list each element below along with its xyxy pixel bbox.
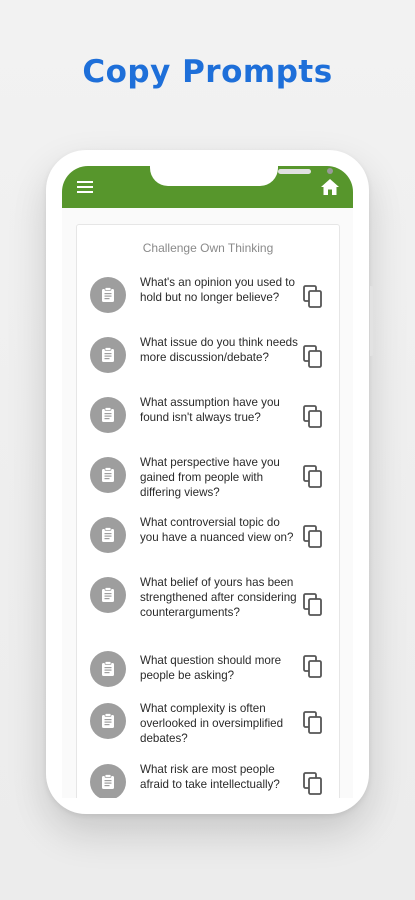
copy-icon[interactable] [302, 655, 324, 679]
copy-icon[interactable] [302, 525, 324, 549]
prompt-text: What issue do you think needs more discu… [140, 336, 298, 364]
prompt-text: What controversial topic do you have a n… [140, 516, 294, 544]
copy-icon[interactable] [302, 465, 324, 489]
copy-icon[interactable] [302, 345, 324, 369]
prompt-text: What perspective have you gained from pe… [140, 456, 280, 499]
app-screen: Challenge Own Thinking What's an opinion… [62, 166, 353, 798]
clipboard-icon [90, 277, 126, 313]
clipboard-icon [90, 397, 126, 433]
clipboard-icon [90, 764, 126, 798]
speaker-grille [278, 169, 311, 174]
front-camera [327, 168, 333, 174]
copy-icon[interactable] [302, 711, 324, 735]
clipboard-icon [90, 337, 126, 373]
prompt-text: What's an opinion you used to hold but n… [140, 276, 295, 304]
prompt-text: What risk are most people afraid to take… [140, 763, 280, 791]
prompt-text: What assumption have you found isn't alw… [140, 396, 280, 424]
copy-icon[interactable] [302, 593, 324, 617]
prompt-text: What belief of yours has been strengthen… [140, 576, 297, 619]
copy-icon[interactable] [302, 405, 324, 429]
phone-notch [150, 166, 333, 186]
clipboard-icon [90, 577, 126, 613]
clipboard-icon [90, 517, 126, 553]
prompt-text: What question should more people be aski… [140, 654, 282, 682]
phone-side-button [370, 286, 373, 356]
prompt-list-card: Challenge Own Thinking What's an opinion… [76, 224, 340, 798]
prompt-text: What complexity is often overlooked in o… [140, 702, 284, 745]
section-title: Challenge Own Thinking [142, 241, 274, 255]
clipboard-icon [90, 651, 126, 687]
copy-icon[interactable] [302, 285, 324, 309]
clipboard-icon [90, 457, 126, 493]
promo-headline: Copy Prompts [82, 54, 333, 90]
home-icon[interactable] [320, 178, 340, 196]
phone-frame: Challenge Own Thinking What's an opinion… [46, 150, 369, 814]
copy-icon[interactable] [302, 772, 324, 796]
menu-icon[interactable] [77, 179, 97, 195]
clipboard-icon [90, 703, 126, 739]
